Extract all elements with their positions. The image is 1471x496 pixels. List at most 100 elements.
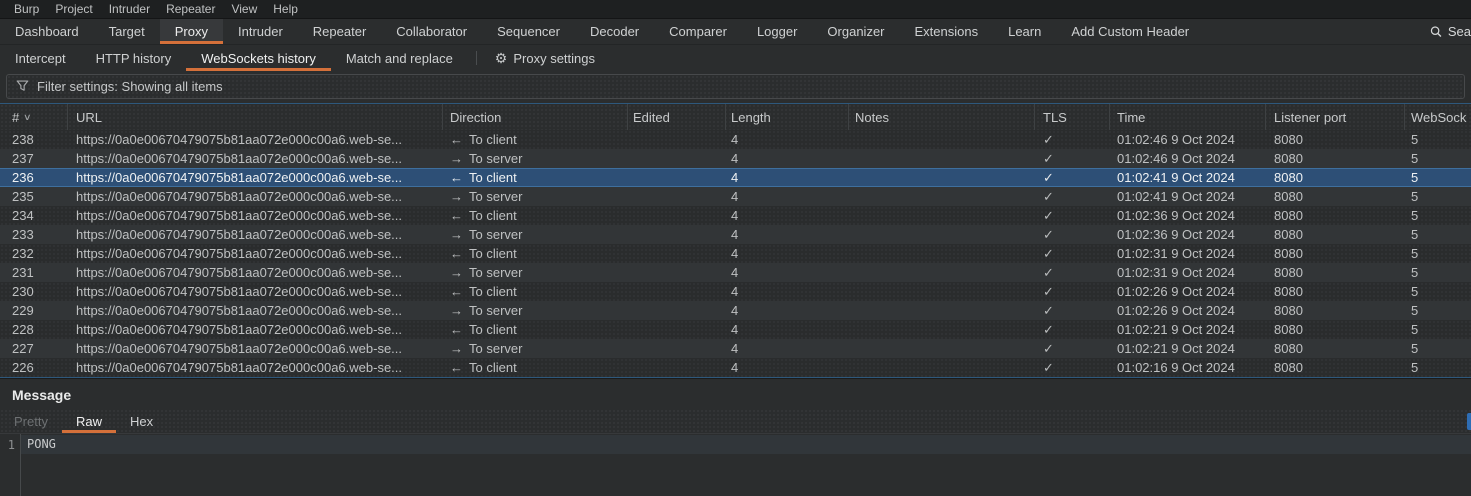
cell-url: https://0a0e00670479075b81aa072e000c00a6… bbox=[68, 244, 443, 263]
cell-websocket: 5 bbox=[1405, 225, 1471, 244]
tab-extensions[interactable]: Extensions bbox=[900, 19, 994, 44]
table-row[interactable]: 238https://0a0e00670479075b81aa072e000c0… bbox=[0, 130, 1471, 149]
message-editor[interactable]: 1 PONG bbox=[0, 434, 1471, 496]
tab-decoder[interactable]: Decoder bbox=[575, 19, 654, 44]
column-label: Notes bbox=[855, 110, 889, 125]
table-row[interactable]: 234https://0a0e00670479075b81aa072e000c0… bbox=[0, 206, 1471, 225]
cell-tls: ✓ bbox=[1035, 339, 1110, 358]
column-header-url[interactable]: URL bbox=[68, 104, 443, 130]
menu-view[interactable]: View bbox=[223, 2, 265, 16]
cell-edited bbox=[628, 187, 726, 206]
tls-check-icon: ✓ bbox=[1043, 303, 1054, 319]
column-label: Length bbox=[731, 110, 771, 125]
column-header-edited[interactable]: Edited bbox=[628, 104, 726, 130]
message-tab-raw[interactable]: Raw bbox=[62, 409, 116, 433]
table-row[interactable]: 230https://0a0e00670479075b81aa072e000c0… bbox=[0, 282, 1471, 301]
tab-target[interactable]: Target bbox=[94, 19, 160, 44]
cell-tls: ✓ bbox=[1035, 149, 1110, 168]
cell-websocket: 5 bbox=[1405, 358, 1471, 377]
cell-edited bbox=[628, 130, 726, 149]
table-row[interactable]: 232https://0a0e00670479075b81aa072e000c0… bbox=[0, 244, 1471, 263]
table-row[interactable]: 233https://0a0e00670479075b81aa072e000c0… bbox=[0, 225, 1471, 244]
menu-burp[interactable]: Burp bbox=[6, 2, 47, 16]
cell-time: 01:02:16 9 Oct 2024 bbox=[1110, 358, 1266, 377]
filter-settings-bar[interactable]: Filter settings: Showing all items bbox=[6, 74, 1465, 99]
tab-match-and-replace[interactable]: Match and replace bbox=[331, 45, 468, 71]
cell-edited bbox=[628, 244, 726, 263]
arrow-left-icon: ← bbox=[450, 322, 463, 337]
cell-time: 01:02:26 9 Oct 2024 bbox=[1110, 301, 1266, 320]
tab-logger[interactable]: Logger bbox=[742, 19, 812, 44]
arrow-left-icon: ← bbox=[450, 132, 463, 147]
column-header-direction[interactable]: Direction bbox=[443, 104, 628, 130]
table-row[interactable]: 237https://0a0e00670479075b81aa072e000c0… bbox=[0, 149, 1471, 168]
menu-bar: BurpProjectIntruderRepeaterViewHelp bbox=[0, 0, 1471, 19]
column-header-time[interactable]: Time bbox=[1110, 104, 1266, 130]
arrow-right-icon: → bbox=[450, 341, 463, 356]
cell-num: 236 bbox=[0, 168, 68, 187]
tab-proxy-settings[interactable]: ⚙ Proxy settings bbox=[485, 45, 605, 71]
column-header-notes[interactable]: Notes bbox=[849, 104, 1035, 130]
tab-http-history[interactable]: HTTP history bbox=[81, 45, 187, 71]
cell-time: 01:02:26 9 Oct 2024 bbox=[1110, 282, 1266, 301]
table-row[interactable]: 235https://0a0e00670479075b81aa072e000c0… bbox=[0, 187, 1471, 206]
menu-project[interactable]: Project bbox=[47, 2, 100, 16]
tab-proxy[interactable]: Proxy bbox=[160, 19, 223, 44]
arrow-left-icon: ← bbox=[450, 170, 463, 185]
tab-intruder[interactable]: Intruder bbox=[223, 19, 298, 44]
tab-dashboard[interactable]: Dashboard bbox=[0, 19, 94, 44]
menu-repeater[interactable]: Repeater bbox=[158, 2, 223, 16]
column-header-tls[interactable]: TLS bbox=[1035, 104, 1110, 130]
sub-tab-bar: InterceptHTTP historyWebSockets historyM… bbox=[0, 45, 1471, 71]
cell-websocket: 5 bbox=[1405, 244, 1471, 263]
cell-tls: ✓ bbox=[1035, 358, 1110, 377]
direction-label: To server bbox=[469, 265, 522, 280]
cell-tls: ✓ bbox=[1035, 263, 1110, 282]
cell-direction: →To server bbox=[443, 225, 628, 244]
cell-time: 01:02:36 9 Oct 2024 bbox=[1110, 225, 1266, 244]
tls-check-icon: ✓ bbox=[1043, 246, 1054, 262]
cell-time: 01:02:46 9 Oct 2024 bbox=[1110, 130, 1266, 149]
tab-intercept[interactable]: Intercept bbox=[0, 45, 81, 71]
column-header-websocket[interactable]: WebSock bbox=[1405, 104, 1471, 130]
tab-repeater[interactable]: Repeater bbox=[298, 19, 381, 44]
column-header-num[interactable]: #∨ bbox=[0, 104, 68, 130]
tab-sequencer[interactable]: Sequencer bbox=[482, 19, 575, 44]
cell-tls: ✓ bbox=[1035, 282, 1110, 301]
tls-check-icon: ✓ bbox=[1043, 341, 1054, 357]
tls-check-icon: ✓ bbox=[1043, 227, 1054, 243]
table-row[interactable]: 226https://0a0e00670479075b81aa072e000c0… bbox=[0, 358, 1471, 377]
table-row[interactable]: 227https://0a0e00670479075b81aa072e000c0… bbox=[0, 339, 1471, 358]
help-icon[interactable] bbox=[1467, 413, 1471, 430]
cell-tls: ✓ bbox=[1035, 244, 1110, 263]
editor-content: PONG bbox=[21, 434, 1471, 496]
table-row[interactable]: 228https://0a0e00670479075b81aa072e000c0… bbox=[0, 320, 1471, 339]
arrow-right-icon: → bbox=[450, 303, 463, 318]
cell-websocket: 5 bbox=[1405, 320, 1471, 339]
column-label: WebSock bbox=[1411, 110, 1466, 125]
table-row[interactable]: 236https://0a0e00670479075b81aa072e000c0… bbox=[0, 168, 1471, 187]
tab-add-custom-header[interactable]: Add Custom Header bbox=[1056, 19, 1204, 44]
cell-direction: →To server bbox=[443, 339, 628, 358]
cell-direction: ←To client bbox=[443, 320, 628, 339]
column-header-listener_port[interactable]: Listener port bbox=[1266, 104, 1405, 130]
cell-num: 226 bbox=[0, 358, 68, 377]
tab-organizer[interactable]: Organizer bbox=[812, 19, 899, 44]
arrow-left-icon: ← bbox=[450, 360, 463, 375]
direction-label: To server bbox=[469, 189, 522, 204]
menu-intruder[interactable]: Intruder bbox=[101, 2, 158, 16]
cell-length: 4 bbox=[726, 263, 849, 282]
menu-help[interactable]: Help bbox=[265, 2, 306, 16]
column-header-length[interactable]: Length bbox=[726, 104, 849, 130]
table-row[interactable]: 231https://0a0e00670479075b81aa072e000c0… bbox=[0, 263, 1471, 282]
table-row[interactable]: 229https://0a0e00670479075b81aa072e000c0… bbox=[0, 301, 1471, 320]
cell-listener_port: 8080 bbox=[1266, 358, 1405, 377]
message-tab-hex[interactable]: Hex bbox=[116, 409, 167, 433]
tab-websockets-history[interactable]: WebSockets history bbox=[186, 45, 331, 71]
message-tab-pretty[interactable]: Pretty bbox=[0, 409, 62, 433]
tab-comparer[interactable]: Comparer bbox=[654, 19, 742, 44]
table-header-row: #∨URLDirectionEdited Length Notes TLSTimeLi… bbox=[0, 104, 1471, 130]
tab-learn[interactable]: Learn bbox=[993, 19, 1056, 44]
tab-collaborator[interactable]: Collaborator bbox=[381, 19, 482, 44]
search-button[interactable]: Sea bbox=[1429, 19, 1471, 44]
